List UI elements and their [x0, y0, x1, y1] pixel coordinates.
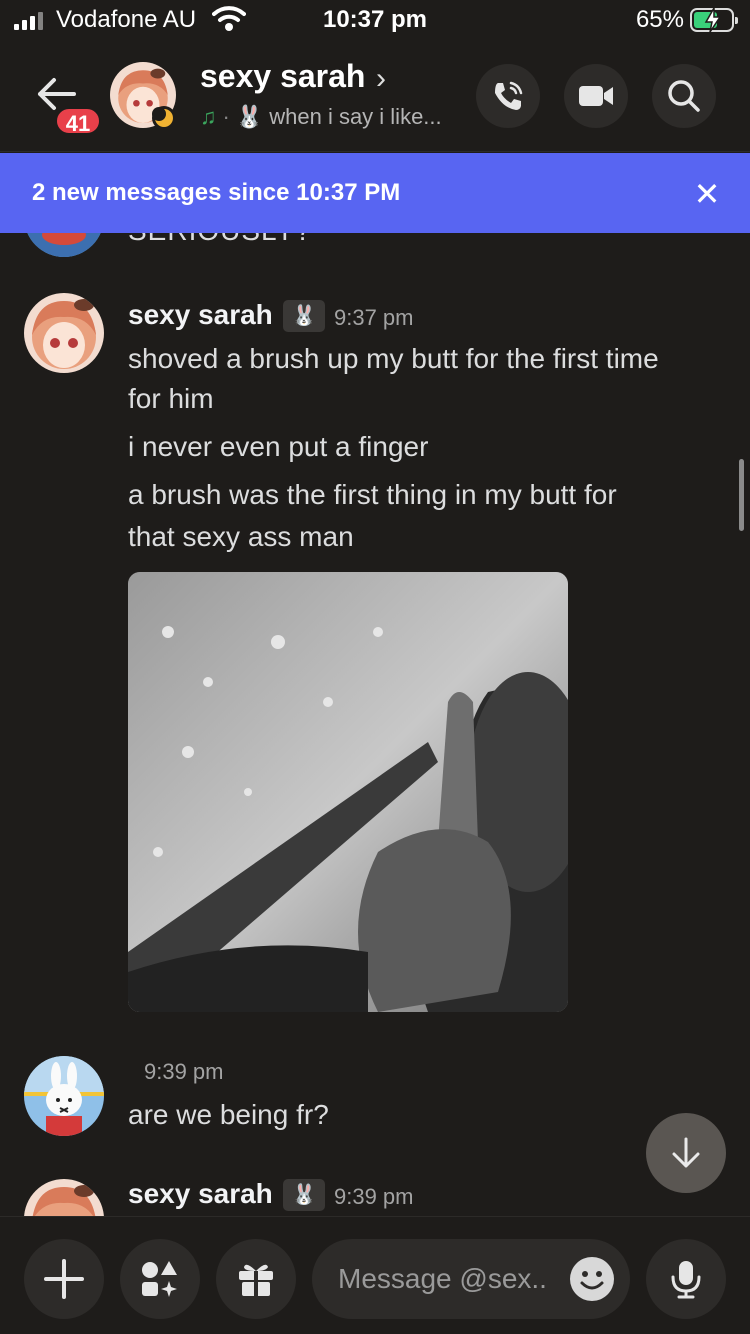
- status-bar: Vodafone AU 10:37 pm 65%: [0, 0, 750, 44]
- jump-to-bottom-button[interactable]: [646, 1113, 726, 1193]
- message-text: a brush was the first thing in my butt f…: [128, 479, 617, 510]
- message-list[interactable]: SERIOUSLY? sexy sarah 🐰 9:37 pm shoved a…: [0, 233, 750, 1216]
- message-composer: Message @sex..: [0, 1216, 750, 1334]
- message-text: that sexy ass man: [128, 521, 354, 552]
- message-text: i never even put a finger: [128, 431, 429, 462]
- custom-status: ♫ · 🐰 when i say i like...: [200, 104, 442, 129]
- message-timestamp: 9:39 pm: [144, 1059, 224, 1084]
- message-author[interactable]: sexy sarah: [128, 1178, 273, 1210]
- arrow-down-icon: [672, 1137, 700, 1168]
- message-input-placeholder: Message @sex..: [338, 1263, 547, 1294]
- message-text: for him: [128, 383, 214, 414]
- message-text: are we being fr?: [128, 1099, 329, 1130]
- gift-button[interactable]: [216, 1239, 296, 1319]
- message-text: shoved a brush up my butt for the first …: [128, 343, 659, 374]
- add-attachment-button[interactable]: [24, 1239, 104, 1319]
- scrollbar[interactable]: [739, 459, 744, 531]
- apps-button[interactable]: [120, 1239, 200, 1319]
- phone-icon: [495, 81, 523, 110]
- video-call-button[interactable]: [564, 64, 628, 128]
- bunny-emoji-icon: 🐰: [235, 104, 264, 129]
- new-messages-banner[interactable]: 2 new messages since 10:37 PM ✕: [0, 153, 750, 233]
- music-note-icon: ♫: [200, 104, 217, 129]
- dm-header: 41 sexy sarah › ♫ · 🐰 when i say i like.…: [0, 44, 750, 152]
- search-button[interactable]: [652, 64, 716, 128]
- bunny-badge-icon: 🐰: [283, 1179, 325, 1211]
- voice-call-button[interactable]: [476, 64, 540, 128]
- bunny-badge-icon: 🐰: [283, 300, 325, 332]
- message-author[interactable]: sexy sarah: [128, 299, 273, 331]
- avatar[interactable]: [24, 293, 104, 373]
- idle-moon-icon: [152, 106, 176, 130]
- avatar[interactable]: [24, 1179, 104, 1216]
- message-text: SERIOUSLY?: [128, 233, 312, 247]
- emoji-icon[interactable]: [570, 1257, 614, 1301]
- custom-status-text: when i say i like...: [269, 104, 442, 129]
- battery-icon: [690, 8, 738, 32]
- close-icon[interactable]: ✕: [692, 175, 722, 212]
- voice-message-button[interactable]: [646, 1239, 726, 1319]
- video-camera-icon: [579, 86, 613, 106]
- chevron-right-icon[interactable]: ›: [376, 62, 386, 96]
- message-timestamp: 9:37 pm: [334, 305, 414, 330]
- unread-count-badge: 41: [54, 106, 102, 136]
- plus-icon: [44, 1259, 84, 1299]
- message-timestamp: 9:39 pm: [334, 1184, 414, 1209]
- battery-percentage: 65%: [635, 6, 684, 33]
- contact-name[interactable]: sexy sarah: [200, 58, 365, 95]
- message-input[interactable]: Message @sex..: [312, 1239, 630, 1319]
- microphone-icon: [671, 1261, 701, 1299]
- avatar[interactable]: [24, 1056, 104, 1136]
- search-icon: [668, 80, 700, 112]
- apps-sparkle-icon: [142, 1261, 177, 1297]
- message-image-attachment[interactable]: [128, 572, 568, 1012]
- avatar[interactable]: [24, 233, 104, 257]
- gift-icon: [239, 1264, 273, 1296]
- new-messages-text: 2 new messages since 10:37 PM: [32, 179, 401, 206]
